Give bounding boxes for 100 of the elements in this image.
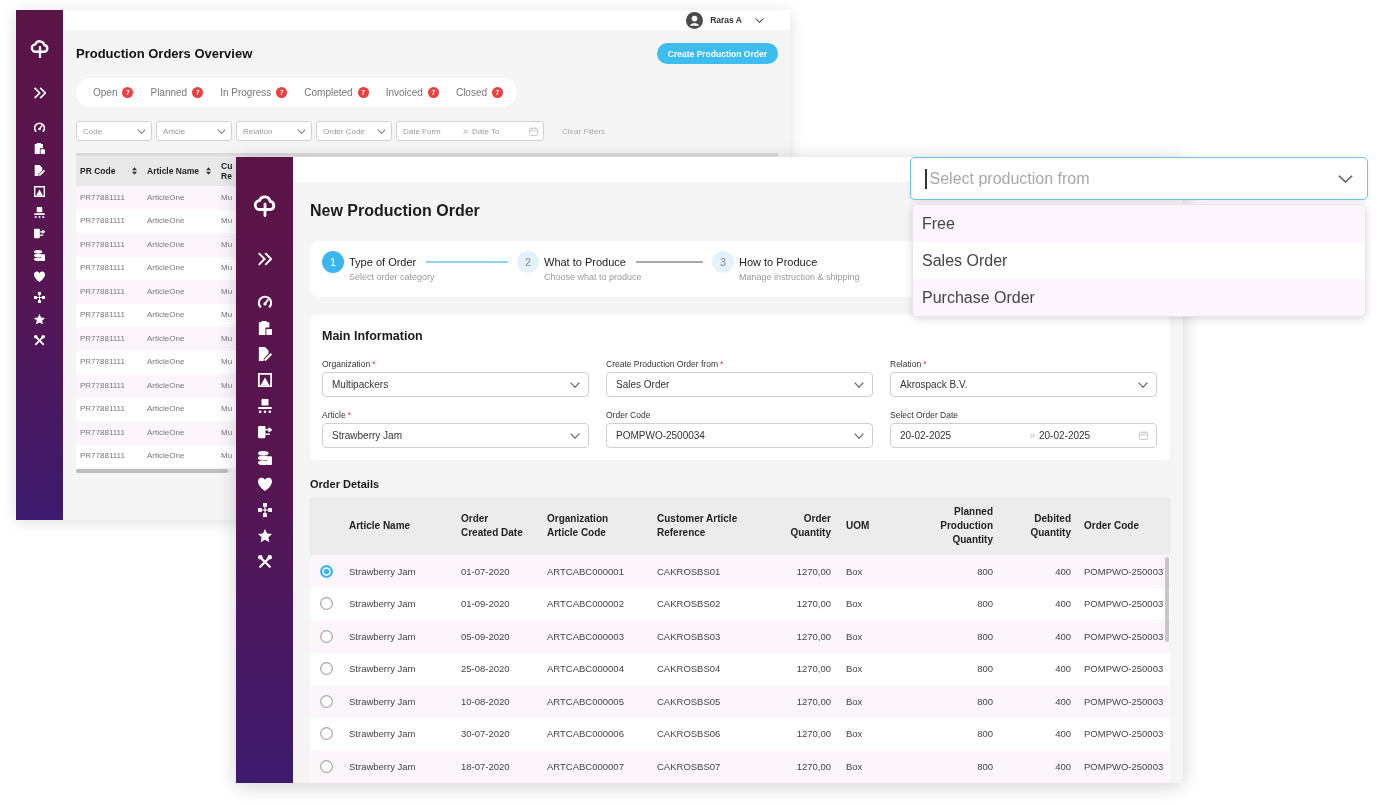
radio-button[interactable] <box>320 694 333 708</box>
radio-button[interactable] <box>320 727 333 741</box>
step-number[interactable]: 2 <box>517 251 539 273</box>
table-cell-text: ArticleOne <box>146 263 186 274</box>
tools-icon[interactable] <box>257 555 272 569</box>
table-cell-text: POMPWO-250003 <box>1083 663 1165 675</box>
table-cell-text: ArticleOne <box>146 192 186 203</box>
text-cursor-icon <box>925 168 927 189</box>
box-conveyor-icon[interactable] <box>257 399 272 413</box>
double-chevron-icon[interactable] <box>257 252 272 266</box>
chevron-down-icon <box>217 128 226 134</box>
table-cell-text: 01-07-2020 <box>460 565 511 577</box>
column-header[interactable]: PR Code <box>76 156 143 186</box>
field-label: Organization <box>322 359 371 369</box>
coins-icon[interactable] <box>257 451 272 465</box>
field-label: Order Code <box>606 410 651 420</box>
step-number[interactable]: 3 <box>712 251 734 273</box>
table-cell-text: ARTCABC000007 <box>546 760 625 772</box>
heart-icon[interactable] <box>34 271 45 283</box>
table-cell-text: 30-07-2020 <box>460 728 511 740</box>
radio-button[interactable] <box>320 662 333 676</box>
field-label: Create Production Order from <box>606 359 718 369</box>
radio-button[interactable] <box>320 564 333 578</box>
network-icon[interactable] <box>257 503 272 517</box>
clipboard-icon[interactable] <box>34 143 45 155</box>
table-cell-text: PR77881111 <box>79 427 126 438</box>
table-cell-text: POMPWO-250003 <box>1083 728 1165 740</box>
filter-select[interactable]: Article <box>156 121 232 141</box>
date-range-filter[interactable]: Date Form Date To <box>396 121 544 141</box>
table-cell-text: PR77881111 <box>79 192 126 203</box>
required-mark: * <box>347 410 351 420</box>
radio-button[interactable] <box>320 759 333 773</box>
gauge-icon[interactable] <box>34 122 45 133</box>
chevron-down-icon <box>570 381 580 388</box>
table-cell-text: 1270,00 <box>795 728 832 740</box>
table-cell-text: ArticleOne <box>146 357 186 368</box>
double-chevron-icon[interactable] <box>33 87 46 99</box>
table-cell-text: Mu <box>220 239 233 250</box>
table-cell-text: ArticleOne <box>146 333 186 344</box>
column-header[interactable]: Article Name <box>143 156 217 186</box>
radio-button[interactable] <box>320 629 333 643</box>
select-field[interactable]: POMPWO-2500034 <box>606 423 873 448</box>
table-cell-text: PR77881111 <box>79 451 126 462</box>
tools-icon[interactable] <box>34 334 45 346</box>
table-cell-text: Box <box>845 695 864 707</box>
chevron-down-icon <box>570 432 580 439</box>
chevron-down-icon <box>755 17 764 23</box>
document-arrow-icon[interactable] <box>34 228 45 240</box>
gauge-icon[interactable] <box>257 295 272 309</box>
table-cell-text: ArticleOne <box>146 286 186 297</box>
table-cell-text: 01-09-2020 <box>460 598 511 610</box>
select-field[interactable]: Strawberry Jam <box>322 423 589 448</box>
filter-select[interactable]: Order Code <box>316 121 392 141</box>
filter-select[interactable]: Code <box>76 121 152 141</box>
document-pen-icon[interactable] <box>34 164 45 176</box>
clipboard-icon[interactable] <box>257 321 272 335</box>
page-title: Production Orders Overview <box>76 46 253 61</box>
table-cell-text: Strawberry Jam <box>348 695 417 707</box>
table-cell-text: CAKROSBS07 <box>656 760 722 772</box>
vertical-scrollbar[interactable] <box>1165 557 1169 642</box>
dropdown-option[interactable]: Purchase Order <box>913 279 1365 316</box>
table-cell-text: Box <box>845 598 864 610</box>
network-icon[interactable] <box>34 292 45 304</box>
filter-select[interactable]: Relation <box>236 121 312 141</box>
table-cell-text: Strawberry Jam <box>348 630 417 642</box>
chevron-down-icon <box>1138 381 1148 388</box>
table-cell-text: Mu <box>220 192 233 203</box>
box-conveyor-icon[interactable] <box>34 207 45 219</box>
radio-button[interactable] <box>320 597 333 611</box>
table-cell-text: Strawberry Jam <box>348 728 417 740</box>
step-title: What to Produce <box>544 255 626 269</box>
dropdown-option[interactable]: Free <box>913 205 1365 242</box>
table-cell-text: PR77881111 <box>79 357 126 368</box>
user-menu[interactable]: Raras A <box>686 11 764 29</box>
coins-icon[interactable] <box>34 249 45 261</box>
table-cell-text: Box <box>845 565 864 577</box>
table-cell-text: 400 <box>1054 760 1072 772</box>
tree-logo-icon <box>29 38 50 58</box>
table-cell-text: 1270,00 <box>795 598 832 610</box>
horizontal-scrollbar[interactable] <box>76 469 232 473</box>
required-mark: * <box>923 359 927 369</box>
table-cell-text: ArticleOne <box>146 380 186 391</box>
table-cell-text: POMPWO-250003 <box>1083 695 1165 707</box>
document-arrow-icon[interactable] <box>257 425 272 439</box>
table-cell-text: Box <box>845 663 864 675</box>
select-field[interactable]: Multipackers <box>322 372 589 397</box>
select-field[interactable]: Sales Order <box>606 372 873 397</box>
chevron-down-icon <box>137 128 146 134</box>
date-range-field[interactable]: 20-02-2025 20-02-2025 <box>890 423 1157 448</box>
select-field[interactable]: Akrospack B.V. <box>890 372 1157 397</box>
heart-icon[interactable] <box>257 477 272 491</box>
table-cell-text: POMPWO-250003 <box>1083 565 1165 577</box>
star-icon[interactable] <box>34 313 45 325</box>
table-cell-text: Mu <box>220 216 233 227</box>
table-cell-text: PR77881111 <box>79 239 126 250</box>
document-pen-icon[interactable] <box>257 347 272 361</box>
table-cell-text: 05-09-2020 <box>460 630 511 642</box>
table-cell-text: 800 <box>976 565 994 577</box>
star-icon[interactable] <box>257 529 272 543</box>
table-cell-text: 18-07-2020 <box>460 760 511 772</box>
